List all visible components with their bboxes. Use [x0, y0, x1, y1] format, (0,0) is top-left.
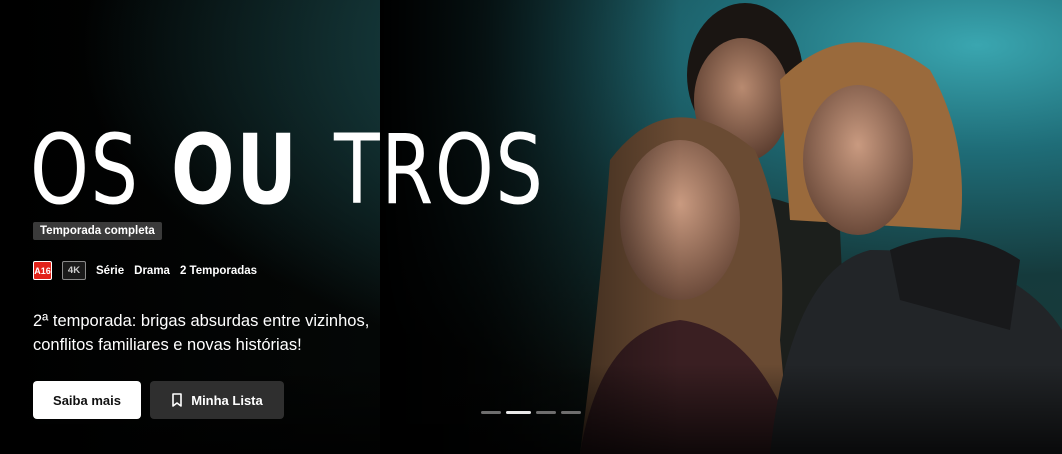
tag-type: Série	[96, 264, 125, 277]
title-part-3: TROS	[334, 114, 545, 226]
my-list-button[interactable]: Minha Lista	[150, 381, 284, 419]
show-title-logo: OS OU TROS	[30, 118, 604, 218]
age-rating-badge: A16	[33, 261, 52, 280]
carousel-dot[interactable]	[506, 411, 531, 414]
more-info-label: Saiba mais	[53, 392, 121, 408]
carousel-dot[interactable]	[481, 411, 501, 414]
tag-seasons: 2 Temporadas	[179, 264, 258, 277]
title-part-1: OS	[30, 114, 140, 226]
metadata-row: A16 4K Série Drama 2 Temporadas	[33, 261, 257, 280]
show-description: 2ª temporada: brigas absurdas entre vizi…	[33, 312, 370, 354]
carousel-dot[interactable]	[561, 411, 581, 414]
more-info-button[interactable]: Saiba mais	[33, 381, 141, 419]
my-list-label: Minha Lista	[191, 392, 263, 408]
hero-banner: OS OU TROS Temporada completa A16 4K Séri…	[0, 0, 1062, 454]
carousel-dot[interactable]	[536, 411, 556, 414]
tag-genre: Drama	[134, 264, 170, 277]
title-part-2: OU	[170, 114, 299, 226]
bookmark-icon	[172, 393, 183, 407]
season-badge: Temporada completa	[33, 222, 162, 240]
carousel-indicators	[481, 411, 581, 414]
quality-badge: 4K	[62, 261, 86, 280]
